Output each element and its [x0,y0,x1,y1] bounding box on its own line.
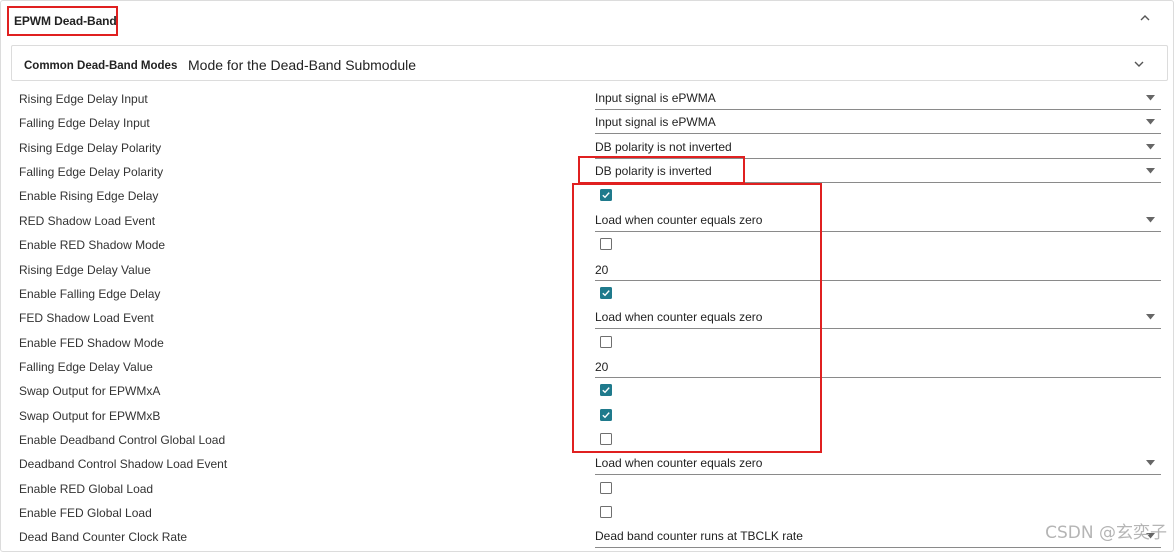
setting-checkbox[interactable] [600,481,612,494]
setting-row: Enable Rising Edge Delay [1,184,1173,208]
select-value: Load when counter equals zero [595,212,763,227]
caret-down-icon[interactable] [1146,119,1155,125]
input-value: 20 [595,262,609,277]
select-value: Load when counter equals zero [595,456,763,471]
setting-label: Falling Edge Delay Value [19,359,153,374]
setting-select[interactable]: Load when counter equals zero [595,307,1161,330]
setting-select[interactable]: DB polarity is not inverted [595,137,1161,159]
setting-label: RED Shadow Load Event [19,213,156,228]
dead-band-panel: EPWM Dead-Band Common Dead-Band Modes Mo… [0,0,1174,552]
checkmark-icon [602,192,610,199]
setting-label: Enable Rising Edge Delay [19,189,159,204]
section-title: EPWM Dead-Band [14,14,117,28]
setting-row: Swap Output for EPWMxA [1,379,1173,403]
subsection-description: Mode for the Dead-Band Submodule [188,57,417,73]
setting-select[interactable]: DB polarity is inverted [595,161,1161,184]
setting-row: Dead Band Counter Clock Rate Dead band co… [1,525,1173,549]
setting-select[interactable]: Input signal is ePWMA [595,112,1161,135]
setting-row: Enable RED Global Load [1,477,1173,501]
select-value: Input signal is ePWMA [595,91,716,105]
setting-select[interactable]: Load when counter equals zero [595,210,1161,232]
select-value: Dead band counter runs at TBCLK rate [595,529,803,544]
setting-row: Falling Edge Delay Value 20 [1,355,1173,379]
checkmark-icon [602,289,610,297]
setting-row: Enable RED Shadow Mode [1,233,1173,257]
setting-label: Enable Falling Edge Delay [19,286,161,301]
checkmark-icon [602,387,610,394]
caret-down-icon[interactable] [1146,143,1155,150]
setting-checkbox[interactable] [600,384,612,397]
section-header[interactable]: EPWM Dead-Band [1,1,1173,41]
setting-checkbox[interactable] [600,335,612,348]
setting-row: Deadband Control Shadow Load Event Load w… [1,452,1173,476]
common-dead-band-modes-subsection[interactable]: Common Dead-Band Modes Mode for the Dead… [11,45,1168,81]
caret-down-icon[interactable] [1146,460,1155,466]
select-value: Load when counter equals zero [595,310,763,325]
setting-row: Swap Output for EPWMxB [1,404,1173,428]
setting-row: Enable Falling Edge Delay [1,282,1173,306]
setting-label: Rising Edge Delay Value [19,262,151,277]
setting-row: Falling Edge Delay Polarity DB polarity i… [1,160,1173,184]
setting-label: Falling Edge Delay Input [19,116,150,131]
setting-label: Enable FED Shadow Mode [19,335,164,350]
setting-label: Falling Edge Delay Polarity [19,165,164,180]
setting-label: Deadband Control Shadow Load Event [19,457,228,472]
caret-down-icon[interactable] [1146,95,1155,101]
setting-row: FED Shadow Load Event Load when counter e… [1,306,1173,330]
caret-down-icon[interactable] [1146,216,1155,223]
setting-label: Swap Output for EPWMxA [19,384,161,399]
chevron-up-icon[interactable] [1139,13,1151,23]
setting-row: Rising Edge Delay Value 20 [1,258,1173,282]
setting-select[interactable]: Input signal is ePWMA [595,88,1161,110]
watermark: CSDN @玄奕子 [1045,523,1167,543]
setting-label: Swap Output for EPWMxB [19,408,161,423]
setting-checkbox[interactable] [600,506,612,518]
setting-select[interactable]: Load when counter equals zero [595,453,1161,476]
setting-checkbox[interactable] [600,189,612,202]
setting-row: Enable FED Shadow Mode [1,331,1173,355]
setting-label: Rising Edge Delay Input [19,92,148,106]
setting-checkbox[interactable] [600,432,612,445]
setting-text-input[interactable]: 20 [595,259,1161,281]
setting-row: Falling Edge Delay Input Input signal is … [1,111,1173,135]
setting-label: FED Shadow Load Event [19,311,154,326]
setting-label: Rising Edge Delay Polarity [19,140,162,155]
input-value: 20 [595,359,609,374]
caret-down-icon[interactable] [1146,314,1155,320]
setting-checkbox[interactable] [600,408,612,421]
caret-down-icon[interactable] [1146,168,1155,174]
setting-row: Enable FED Global Load [1,501,1173,525]
setting-row: Rising Edge Delay Input Input signal is e… [1,87,1173,111]
setting-text-input[interactable]: 20 [595,356,1161,378]
setting-checkbox[interactable] [600,238,612,251]
setting-checkbox[interactable] [600,286,612,299]
select-value: Input signal is ePWMA [595,115,716,130]
setting-label: Dead Band Counter Clock Rate [19,530,188,545]
select-value: DB polarity is inverted [595,164,712,179]
setting-label: Enable Deadband Control Global Load [19,432,226,447]
chevron-down-icon[interactable] [1133,59,1145,69]
checkmark-icon [602,411,610,418]
setting-row: RED Shadow Load Event Load when counter e… [1,209,1173,233]
setting-label: Enable RED Global Load [19,481,154,496]
setting-row: Enable Deadband Control Global Load [1,428,1173,452]
setting-row: Rising Edge Delay Polarity DB polarity is… [1,136,1173,160]
setting-label: Enable FED Global Load [19,506,152,520]
select-value: DB polarity is not inverted [595,139,732,154]
subsection-title: Common Dead-Band Modes [24,60,178,72]
setting-label: Enable RED Shadow Mode [19,238,166,253]
